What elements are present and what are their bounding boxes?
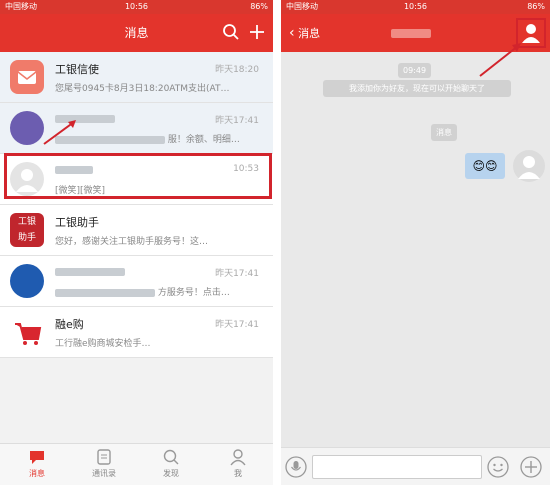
- back-button[interactable]: ‹ 消息: [289, 14, 320, 53]
- message-input[interactable]: [312, 455, 482, 479]
- conversation-list: 工银信使 昨天18:20 您尾号0945卡8月3日18:20ATM支出(AT… …: [0, 52, 273, 358]
- avatar: [10, 60, 44, 94]
- status-bar: 中国移动 10:56 86%: [281, 0, 550, 14]
- system-message: 我添加你为好友，现在可以开始聊天了: [323, 80, 511, 97]
- discover-search-icon: [163, 449, 179, 465]
- list-item[interactable]: 工银 助手 工银助手 您好，感谢关注工银助手服务号！这…: [0, 205, 273, 256]
- tab-discover[interactable]: 发现: [137, 448, 205, 479]
- status-time: 10:56: [403, 2, 428, 11]
- voice-icon[interactable]: [285, 456, 307, 478]
- chat-header: ‹ 消息: [281, 14, 550, 52]
- list-item[interactable]: 昨天17:41 服！余额、明细…: [0, 103, 273, 154]
- chat-screen: 中国移动 10:56 86% ‹ 消息 09:49 我添加你为好友，现在可以开始…: [281, 0, 550, 485]
- outgoing-message[interactable]: 😊😊: [465, 153, 505, 179]
- message-list-screen: 中国移动 10:56 86% 消息 工银信使 昨天18:20 您尾号0945卡8…: [0, 0, 273, 485]
- item-preview: 您好，感谢关注工银助手服务号！这…: [55, 237, 209, 247]
- tab-me[interactable]: 我: [204, 448, 272, 479]
- item-preview: 工行融e购商城安检手…: [55, 339, 151, 349]
- shopping-cart-icon: [15, 323, 42, 345]
- avatar: [10, 315, 44, 349]
- battery-level: 86%: [250, 2, 268, 11]
- item-preview: 您尾号0945卡8月3日18:20ATM支出(AT…: [55, 84, 230, 94]
- plus-icon[interactable]: [520, 456, 542, 478]
- status-time: 10:56: [124, 2, 149, 11]
- battery-level: 86%: [527, 2, 545, 11]
- person-icon: [230, 449, 246, 466]
- person-icon: [522, 24, 540, 43]
- item-title-blurred: [55, 112, 115, 125]
- item-title: 工银信使: [55, 63, 99, 76]
- item-preview: 方服务号！点击…: [55, 285, 263, 298]
- item-time: 昨天17:41: [215, 116, 259, 126]
- avatar: [10, 111, 44, 145]
- tab-contacts[interactable]: 通讯录: [70, 448, 138, 479]
- avatar: [513, 150, 545, 182]
- tab-label: 通讯录: [92, 469, 116, 478]
- item-time: 昨天18:20: [215, 65, 259, 75]
- bottom-tab-bar: 消息 通讯录 发现 我: [0, 443, 273, 485]
- status-bar: 中国移动 10:56 86%: [0, 0, 273, 14]
- add-icon[interactable]: [248, 23, 266, 41]
- system-message-2: 消息: [431, 124, 457, 141]
- item-title: 融e购: [55, 318, 84, 331]
- item-preview: 服！余额、明细…: [55, 132, 263, 145]
- app-header: 消息: [0, 14, 273, 52]
- tab-label: 消息: [29, 469, 45, 478]
- chat-bubble-icon: [30, 451, 44, 464]
- list-item[interactable]: 昨天17:41 方服务号！点击…: [0, 256, 273, 307]
- chat-title-blurred: [391, 29, 431, 38]
- item-time: 昨天17:41: [215, 269, 259, 279]
- item-title: 工银助手: [55, 216, 99, 229]
- item-preview-text: 服！余额、明细…: [167, 135, 240, 145]
- list-item[interactable]: 融e购 昨天17:41 工行融e购商城安检手…: [0, 307, 273, 358]
- item-title-blurred: [55, 265, 125, 278]
- envelope-icon: [17, 71, 37, 84]
- chat-timestamp: 09:49: [398, 63, 432, 78]
- chat-input-bar: [281, 447, 550, 485]
- item-preview-text: 方服务号！点击…: [157, 288, 230, 298]
- profile-button[interactable]: [516, 18, 546, 48]
- emoji-icon[interactable]: [487, 456, 509, 478]
- tab-label: 我: [234, 469, 242, 478]
- emoji-text: 😊😊: [472, 159, 498, 173]
- highlight-box: [4, 153, 272, 199]
- back-chevron-icon: ‹: [289, 25, 295, 41]
- tab-label: 发现: [163, 469, 179, 478]
- list-item[interactable]: 工银信使 昨天18:20 您尾号0945卡8月3日18:20ATM支出(AT…: [0, 52, 273, 103]
- back-label: 消息: [298, 27, 321, 40]
- contacts-book-icon: [97, 449, 111, 465]
- tab-messages[interactable]: 消息: [3, 448, 71, 479]
- avatar: 工银 助手: [10, 213, 44, 247]
- item-time: 昨天17:41: [215, 320, 259, 330]
- search-icon[interactable]: [222, 23, 240, 41]
- avatar: [10, 264, 44, 298]
- default-avatar-icon: [518, 156, 540, 179]
